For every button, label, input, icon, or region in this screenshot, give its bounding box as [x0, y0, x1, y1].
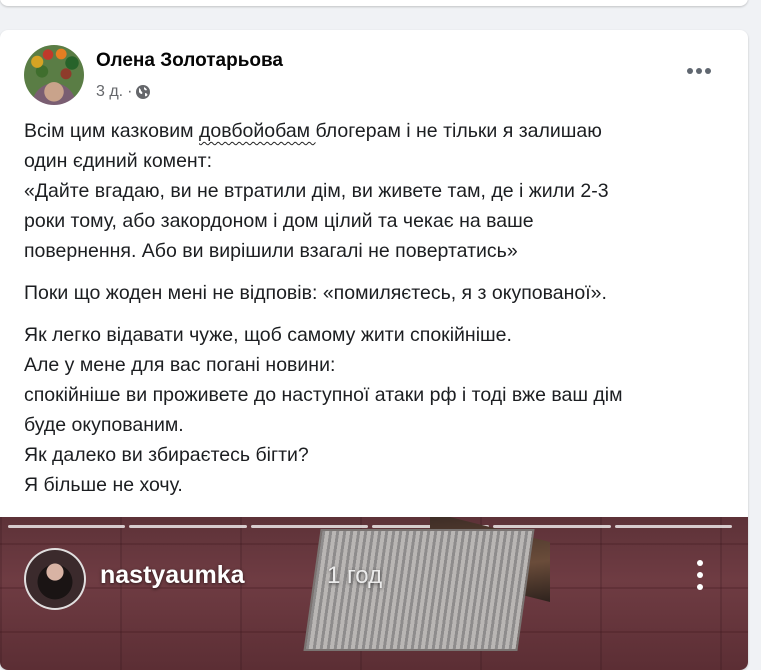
story-more-icon: [688, 555, 712, 595]
post-meta: 3 д. ·: [96, 82, 151, 102]
progress-segment: [8, 525, 126, 528]
post-card: Олена Золотарьова 3 д. · Всім цим казков…: [0, 30, 748, 670]
story-username: nastyaumka: [100, 561, 245, 589]
text-line: один єдиний комент:: [24, 150, 213, 172]
text-line: «Дайте вгадаю, ви не втратили дім, ви жи…: [24, 180, 609, 202]
text-line: Всім цим казковим довбойобам блогерам і …: [24, 116, 734, 146]
globe-icon[interactable]: [135, 84, 151, 100]
more-options-icon[interactable]: [680, 56, 718, 86]
story-time: 1 год: [327, 562, 383, 589]
text-line: Як легко відавати чуже, щоб самому жити …: [24, 324, 512, 346]
scribbled-word: довбойобам: [199, 120, 316, 142]
progress-segment: [493, 525, 611, 528]
text-segment: блогерам і не тільки я залишаю: [315, 120, 602, 142]
text-line: Як далеко ви збираєтесь бігти?: [24, 444, 309, 466]
text-line: повернення. Або ви вирішили взагалі не п…: [24, 240, 518, 262]
post-image[interactable]: nastyaumka 1 год: [0, 517, 748, 670]
story-progress-bar: [8, 525, 732, 528]
author-name[interactable]: Олена Золотарьова: [96, 50, 283, 72]
post-time[interactable]: 3 д.: [96, 83, 123, 101]
text-line: спокійніше ви проживете до наступної ата…: [24, 384, 623, 406]
text-line: Поки що жоден мені не відповів: «помиляє…: [24, 282, 607, 304]
image-air-conditioner-shape: [303, 529, 535, 651]
text-segment: Всім цим казковим: [24, 120, 199, 142]
author-avatar[interactable]: [24, 45, 84, 105]
progress-segment: [129, 525, 247, 528]
text-line: роки тому, або закордоном і дом цілий та…: [24, 210, 534, 232]
story-avatar: [24, 548, 86, 610]
text-line: Але у мене для вас погані новини:: [24, 354, 336, 376]
text-line: буде окупованим.: [24, 414, 184, 436]
progress-segment: [250, 525, 368, 528]
text-line: Я більше не хочу.: [24, 474, 183, 496]
post-text: Всім цим казковим довбойобам блогерам і …: [24, 116, 734, 500]
meta-separator: ·: [127, 83, 133, 100]
progress-segment: [614, 525, 732, 528]
previous-post-card: [0, 0, 748, 6]
